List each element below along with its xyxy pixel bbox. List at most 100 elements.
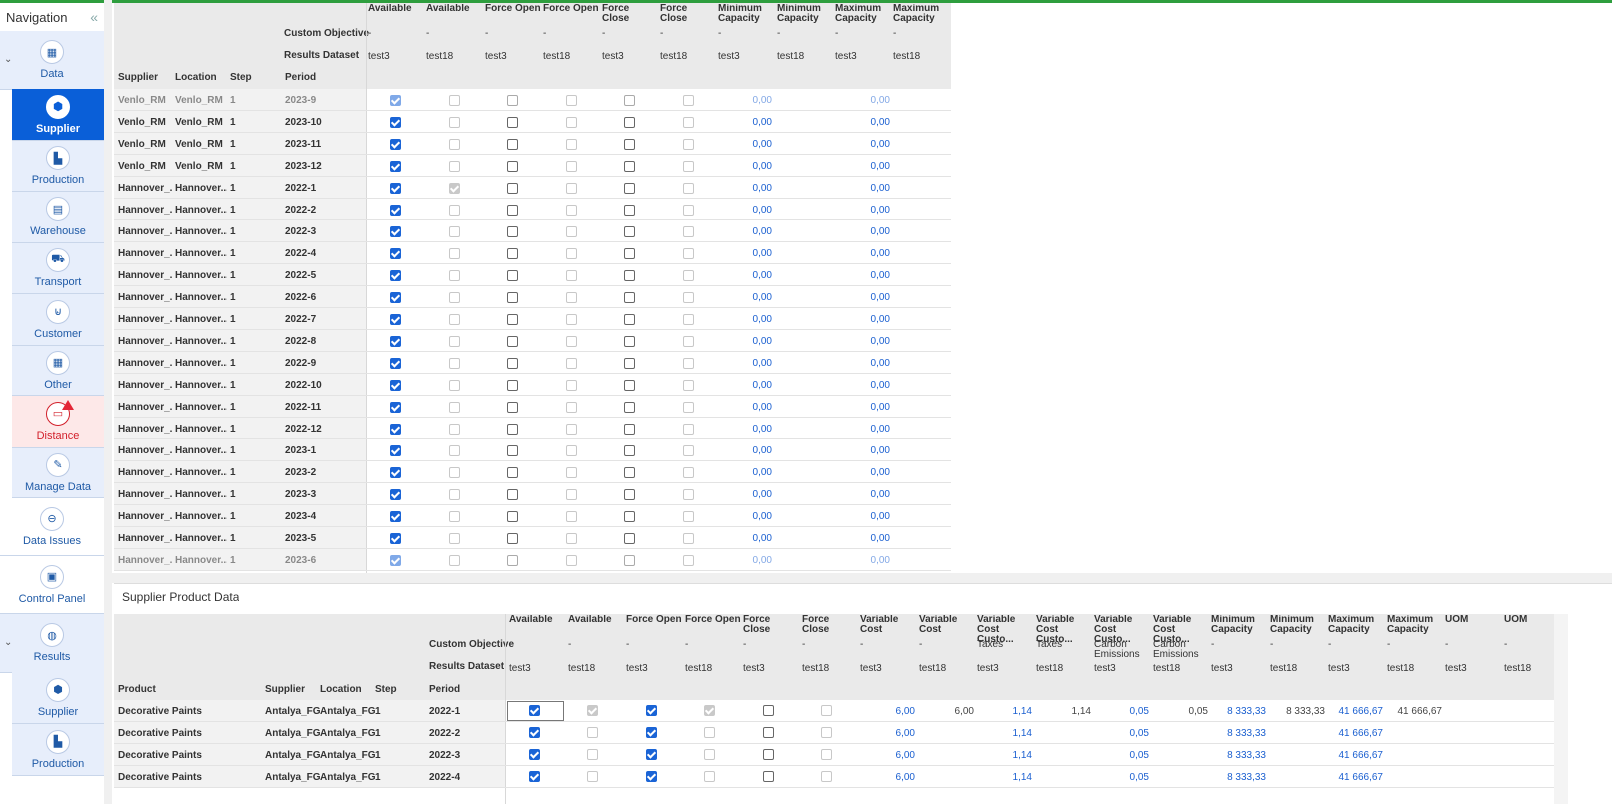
- column-header[interactable]: Available: [426, 4, 482, 14]
- minimum-capacity-value[interactable]: 0,00: [720, 358, 772, 369]
- force-close-test18-checkbox[interactable]: [683, 423, 694, 435]
- available-test3-checkbox[interactable]: [390, 182, 401, 194]
- force-close-test18-checkbox[interactable]: [821, 771, 832, 782]
- value-cell-vc3[interactable]: 6,00: [860, 750, 915, 761]
- column-header[interactable]: Variable Cost: [919, 615, 975, 635]
- force-close-test3-checkbox[interactable]: [624, 467, 635, 479]
- force-open-test3-checkbox[interactable]: [507, 533, 518, 544]
- maximum-capacity-value[interactable]: 0,00: [838, 533, 890, 544]
- available-test18-checkbox[interactable]: [449, 335, 460, 347]
- available-test3-checkbox[interactable]: [390, 270, 401, 282]
- force-open-test3-checkbox[interactable]: [507, 511, 518, 523]
- value-cell-ce3[interactable]: 0,05: [1094, 728, 1149, 739]
- nav-item-supplier[interactable]: ⬢ Supplier: [12, 672, 104, 724]
- force-open-test18-checkbox[interactable]: [566, 292, 577, 304]
- column-header[interactable]: Location: [175, 72, 217, 83]
- nav-item-production[interactable]: ▙ Production: [12, 141, 104, 192]
- force-open-test3-checkbox[interactable]: [507, 401, 518, 413]
- column-header[interactable]: Maximum Capacity: [1387, 615, 1443, 635]
- force-open-test3-checkbox[interactable]: [507, 270, 518, 282]
- force-open-test18-checkbox[interactable]: [566, 182, 577, 194]
- force-open-test18-checkbox[interactable]: [566, 248, 577, 260]
- maximum-capacity-value[interactable]: 0,00: [838, 205, 890, 216]
- force-close-test18-checkbox[interactable]: [683, 292, 694, 304]
- column-header[interactable]: Available: [509, 615, 565, 625]
- force-open-test3-checkbox[interactable]: [646, 705, 657, 716]
- available-test18-checkbox[interactable]: [449, 511, 460, 523]
- force-close-test18-checkbox[interactable]: [683, 511, 694, 523]
- force-open-test18-checkbox[interactable]: [704, 749, 715, 760]
- minimum-capacity-value[interactable]: 0,00: [720, 511, 772, 522]
- available-test18-checkbox[interactable]: [449, 489, 460, 501]
- minimum-capacity-value[interactable]: 0,00: [720, 205, 772, 216]
- minimum-capacity-value[interactable]: 0,00: [720, 336, 772, 347]
- force-open-test3-checkbox[interactable]: [646, 749, 657, 760]
- available-test18-checkbox[interactable]: [449, 226, 460, 238]
- value-cell-ce3[interactable]: 0,05: [1094, 706, 1149, 717]
- force-open-test18-checkbox[interactable]: [566, 379, 577, 391]
- force-open-test3-checkbox[interactable]: [646, 771, 657, 782]
- nav-item-data-issues[interactable]: ⊖ Data Issues: [0, 498, 104, 556]
- force-open-test18-checkbox[interactable]: [566, 95, 577, 106]
- available-test18-checkbox[interactable]: [587, 771, 598, 782]
- force-close-test3-checkbox[interactable]: [624, 445, 635, 457]
- force-close-test18-checkbox[interactable]: [683, 204, 694, 216]
- available-test3-checkbox[interactable]: [390, 335, 401, 347]
- value-cell-tx3[interactable]: 1,14: [977, 750, 1032, 761]
- force-open-test3-checkbox[interactable]: [507, 116, 518, 128]
- minimum-capacity-value[interactable]: 0,00: [720, 380, 772, 391]
- collapse-icon[interactable]: «: [90, 9, 98, 25]
- column-header[interactable]: Maximum Capacity: [893, 4, 949, 24]
- minimum-capacity-value[interactable]: 0,00: [720, 314, 772, 325]
- maximum-capacity-value[interactable]: 0,00: [838, 183, 890, 194]
- maximum-capacity-value[interactable]: 0,00: [838, 95, 890, 106]
- value-cell-mn3[interactable]: 8 333,33: [1211, 750, 1266, 761]
- available-test18-checkbox[interactable]: [449, 160, 460, 172]
- available-test18-checkbox[interactable]: [449, 248, 460, 260]
- force-close-test3-checkbox[interactable]: [624, 292, 635, 304]
- force-open-test18-checkbox[interactable]: [704, 727, 715, 738]
- force-close-test18-checkbox[interactable]: [683, 467, 694, 479]
- available-test3-checkbox[interactable]: [390, 445, 401, 457]
- chevron-down-icon[interactable]: ⌄: [4, 54, 12, 65]
- available-test3-checkbox[interactable]: [390, 401, 401, 413]
- minimum-capacity-value[interactable]: 0,00: [720, 95, 772, 106]
- nav-group-results[interactable]: ⌄ ◍ Results: [0, 614, 104, 673]
- value-cell-mn3[interactable]: 8 333,33: [1211, 772, 1266, 783]
- available-test3-checkbox[interactable]: [529, 749, 540, 760]
- column-header[interactable]: Force Close: [802, 615, 858, 635]
- maximum-capacity-value[interactable]: 0,00: [838, 270, 890, 281]
- value-cell-vc18[interactable]: 6,00: [919, 706, 974, 717]
- maximum-capacity-value[interactable]: 0,00: [838, 336, 890, 347]
- maximum-capacity-value[interactable]: 0,00: [838, 314, 890, 325]
- value-cell-mn3[interactable]: 8 333,33: [1211, 706, 1266, 717]
- minimum-capacity-value[interactable]: 0,00: [720, 161, 772, 172]
- available-test3-checkbox[interactable]: [390, 314, 401, 325]
- available-test3-checkbox[interactable]: [390, 116, 401, 128]
- force-close-test18-checkbox[interactable]: [683, 226, 694, 238]
- force-open-test18-checkbox[interactable]: [566, 138, 577, 150]
- force-close-test3-checkbox[interactable]: [624, 357, 635, 369]
- nav-item-other[interactable]: ▦ Other: [12, 346, 104, 396]
- force-close-test18-checkbox[interactable]: [683, 248, 694, 260]
- force-close-test18-checkbox[interactable]: [683, 335, 694, 347]
- column-header[interactable]: Minimum Capacity: [718, 4, 774, 24]
- minimum-capacity-value[interactable]: 0,00: [720, 533, 772, 544]
- column-header[interactable]: Step: [375, 684, 397, 695]
- value-cell-vc3[interactable]: 6,00: [860, 728, 915, 739]
- force-close-test3-checkbox[interactable]: [763, 749, 774, 760]
- force-open-test3-checkbox[interactable]: [507, 467, 518, 479]
- force-close-test18-checkbox[interactable]: [821, 727, 832, 738]
- column-header[interactable]: Supplier: [265, 684, 305, 695]
- force-open-test3-checkbox[interactable]: [646, 727, 657, 738]
- available-test3-checkbox[interactable]: [529, 705, 540, 716]
- force-close-test3-checkbox[interactable]: [624, 554, 635, 566]
- available-test18-checkbox[interactable]: [449, 116, 460, 128]
- available-test3-checkbox[interactable]: [390, 533, 401, 544]
- force-close-test18-checkbox[interactable]: [683, 489, 694, 501]
- maximum-capacity-value[interactable]: 0,00: [838, 380, 890, 391]
- available-test3-checkbox[interactable]: [390, 423, 401, 435]
- value-cell-mx3[interactable]: 41 666,67: [1328, 772, 1384, 783]
- column-header[interactable]: Period: [285, 72, 316, 83]
- available-test18-checkbox[interactable]: [449, 445, 460, 457]
